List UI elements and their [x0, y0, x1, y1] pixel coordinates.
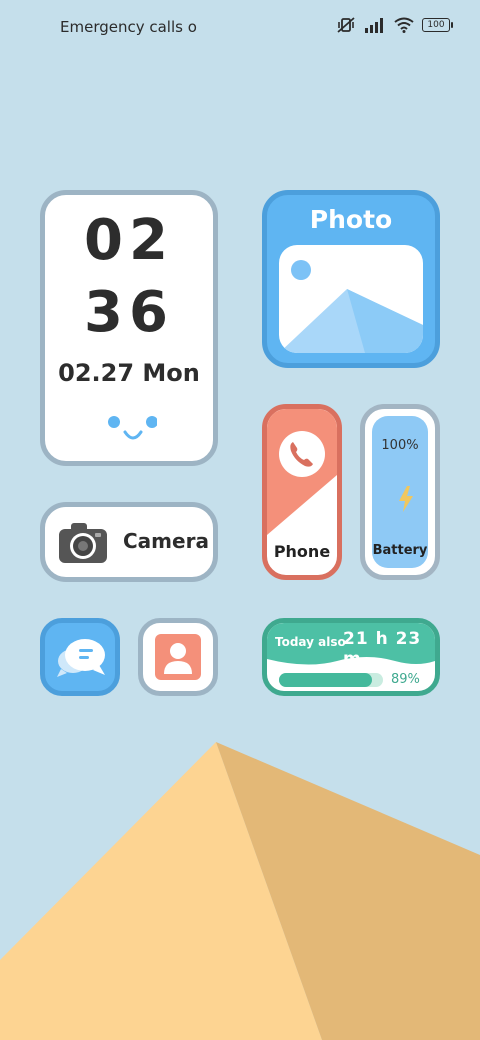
contacts-widget[interactable]: [138, 618, 218, 696]
camera-icon: [59, 523, 107, 563]
battery-label: Battery: [372, 543, 428, 558]
screen-time-value: 21 h 23 m: [343, 629, 422, 669]
phone-label: Phone: [273, 542, 331, 561]
screen-time-label: Today also: [275, 635, 346, 649]
picture-icon: [279, 245, 423, 353]
status-icons: 100: [336, 16, 453, 34]
photo-title: Photo: [309, 205, 393, 234]
clock-hour: 02: [84, 208, 174, 273]
camera-widget[interactable]: Camera: [40, 502, 218, 582]
wifi-icon: [394, 17, 414, 33]
contact-card-icon: [155, 634, 201, 680]
screen-time-percent: 89%: [391, 672, 420, 687]
signal-icon: [365, 18, 383, 33]
camera-label: Camera: [123, 529, 209, 553]
clock-minute: 36: [84, 280, 174, 345]
battery-percent: 100%: [381, 438, 419, 453]
phone-icon: [279, 431, 325, 477]
battery-level-fill: 100% Battery: [372, 416, 428, 568]
chat-bubbles-icon: [57, 639, 105, 677]
battery-status-icon: 100: [422, 18, 453, 32]
lightning-bolt-icon: [399, 486, 413, 512]
screen-time-progress-fill: [279, 673, 372, 687]
screen-time-widget[interactable]: Today also 21 h 23 m 89%: [262, 618, 440, 696]
mute-vibrate-icon: [337, 17, 355, 33]
screen-time-progress-bar: [279, 673, 383, 687]
phone-widget[interactable]: Phone: [262, 404, 342, 580]
status-carrier-text: Emergency calls o: [60, 18, 197, 36]
photo-widget[interactable]: Photo: [262, 190, 440, 368]
clock-date: 02.27 Mon: [58, 359, 200, 387]
smiley-face-icon: [108, 416, 157, 440]
battery-widget[interactable]: 100% Battery: [360, 404, 440, 580]
clock-widget[interactable]: 02 36 02.27 Mon: [40, 190, 218, 466]
messages-widget[interactable]: [40, 618, 120, 696]
